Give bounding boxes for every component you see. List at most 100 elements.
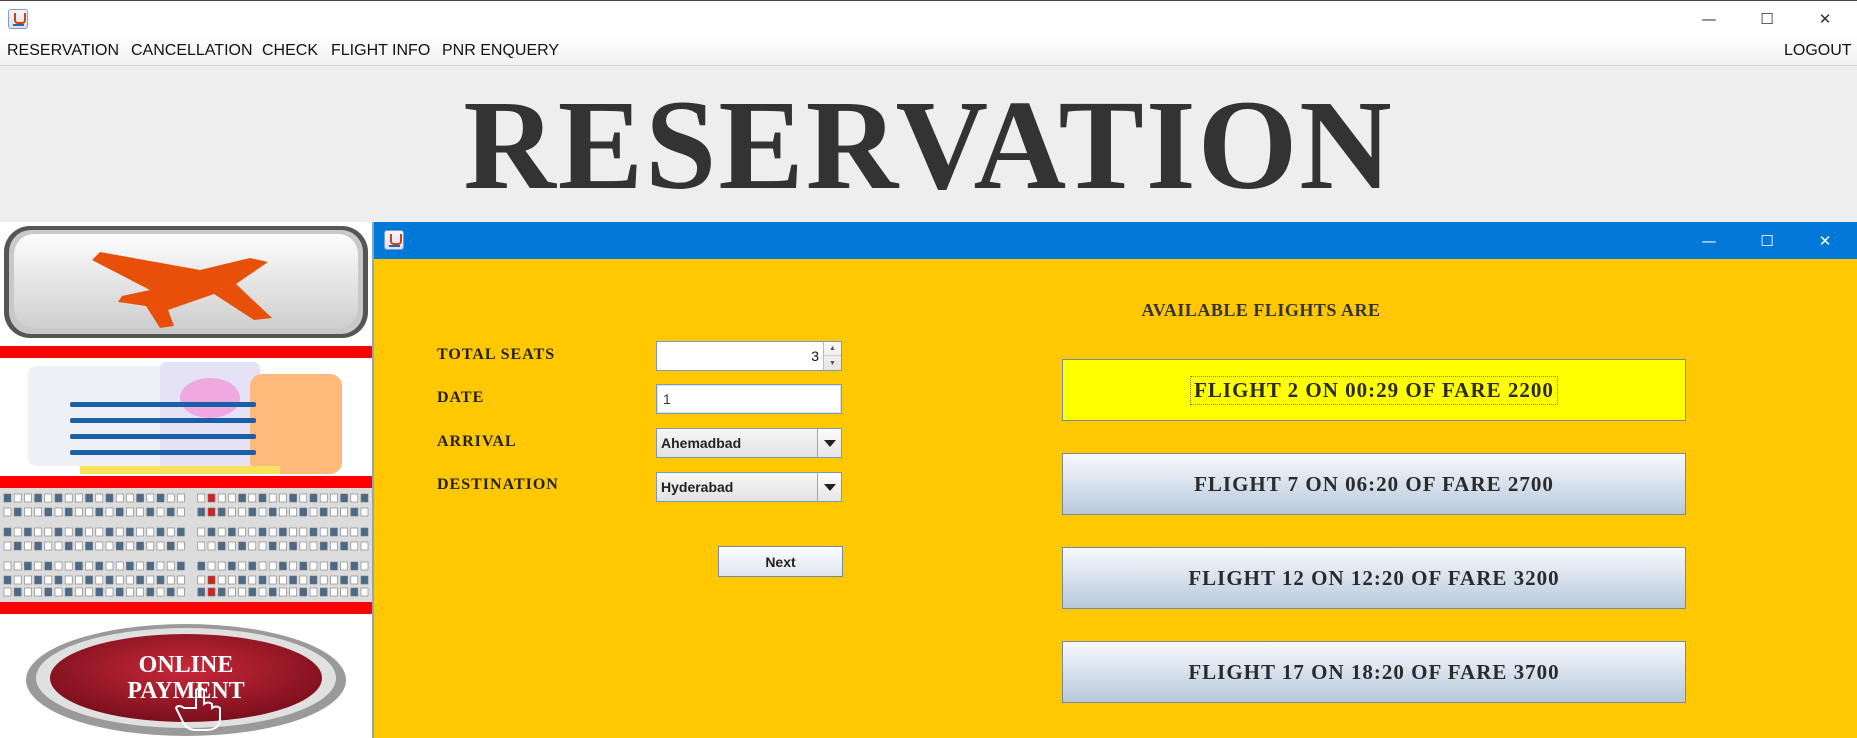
date-field[interactable] [656,384,842,414]
seat-cell [156,587,165,597]
menu-cancellation[interactable]: CANCELLATION [131,42,253,60]
seat-cell [3,541,12,551]
seat-cell [217,561,226,571]
inner-close-button[interactable]: ✕ [1796,222,1854,259]
flight-option-label: FLIGHT 17 ON 18:20 OF FARE 3700 [1188,659,1560,684]
sidebar-separator [0,602,372,614]
payment-text-line2: PAYMENT [127,678,244,704]
menu-flight-info[interactable]: FLIGHT INFO [331,42,430,60]
close-button[interactable]: ✕ [1796,1,1854,37]
seat-cell [85,493,93,503]
menu-logout[interactable]: LOGOUT [1784,42,1852,60]
seat-cell [360,541,369,551]
seat-cell [54,527,63,537]
seat-cell [24,575,32,585]
seat-cell [258,507,267,517]
payment-button-icon: ONLINE PAYMENT [26,624,346,736]
destination-select[interactable]: Hyderabad [656,472,842,502]
seat-cell [309,507,318,517]
seat-cell [34,587,42,597]
seat-cell [64,507,73,517]
seat-cell [258,493,267,503]
seat-cell [350,507,359,517]
seat-cell [299,541,308,551]
seat-cell [44,575,53,585]
seat-cell [340,493,348,503]
seat-cell [44,493,53,503]
seat-cell [156,541,165,551]
seat-cell [24,587,32,597]
menu-check[interactable]: CHECK [262,42,318,60]
seat-cell [126,507,134,517]
seat-cell [289,575,297,585]
seat-cell [340,541,348,551]
next-button[interactable]: Next [718,546,843,577]
seat-cell [319,587,328,597]
seat-cell [126,541,134,551]
seat-cell [197,493,206,503]
inner-maximize-button[interactable]: ☐ [1738,222,1796,259]
flight-option-button[interactable]: FLIGHT 7 ON 06:20 OF FARE 2700 [1062,453,1686,515]
seat-cell [309,575,318,585]
seat-cell [34,575,42,585]
seat-cell [85,507,93,517]
seat-cell [177,493,185,503]
seat-cell [228,527,236,537]
seat-cell [136,527,144,537]
chevron-down-icon[interactable] [817,473,841,501]
seat-cell [238,507,246,517]
destination-label: DESTINATION [437,476,559,493]
chevron-down-icon[interactable] [817,429,841,457]
seat-cell [105,493,114,503]
seat-cell [299,493,308,503]
airplane-button-image[interactable] [0,222,372,346]
seat-cell [115,507,124,517]
reservation-window: — ☐ ✕ TOTAL SEATS DATE ARRIVAL DESTINATI… [374,222,1857,738]
minimize-button[interactable]: — [1680,1,1738,37]
seat-cell [340,527,348,537]
seat-cell [319,507,328,517]
available-flights-heading: AVAILABLE FLIGHTS ARE [1141,300,1381,320]
total-seats-spinner[interactable]: 3 ▲ ▼ [656,341,842,371]
seat-cell [289,587,297,597]
seat-cell [34,527,42,537]
seat-cell [350,541,359,551]
seat-cell [24,493,32,503]
seat-cell [350,575,359,585]
menu-pnr-enquery[interactable]: PNR ENQUERY [442,42,559,60]
seat-cell [248,587,257,597]
spinner-up-icon[interactable]: ▲ [824,342,841,356]
seat-cell [166,507,175,517]
seat-cell [360,527,369,537]
flight-option-button[interactable]: FLIGHT 17 ON 18:20 OF FARE 3700 [1062,641,1686,703]
flight-option-button[interactable]: FLIGHT 12 ON 12:20 OF FARE 3200 [1062,547,1686,609]
seat-cell [64,575,73,585]
menu-reservation[interactable]: RESERVATION [7,42,119,60]
seat-cell [217,527,226,537]
seat-cell [95,587,104,597]
ticket-document-image[interactable] [0,358,372,476]
seat-cell [156,527,165,537]
seat-cell [228,493,236,503]
flight-option-button[interactable]: FLIGHT 2 ON 00:29 OF FARE 2200 [1062,359,1686,421]
inner-minimize-button[interactable]: — [1680,222,1738,259]
seat-cell [238,575,246,585]
banner: RESERVATION [0,66,1857,222]
arrival-select[interactable]: Ahemadbad [656,428,842,458]
seat-cell [13,493,22,503]
seat-cell [360,507,369,517]
seat-cell [115,541,124,551]
seat-cell [3,587,12,597]
seat-cell [217,575,226,585]
seat-cell [75,507,83,517]
seat-cell [279,575,287,585]
seat-cell [115,527,124,537]
online-payment-image[interactable]: ONLINE PAYMENT [0,614,372,738]
seat-cell [350,527,359,537]
seat-cell [75,587,83,597]
spinner-down-icon[interactable]: ▼ [824,356,841,370]
seat-map-image[interactable] [0,488,372,602]
seat-cell [309,561,318,571]
maximize-button[interactable]: ☐ [1738,1,1796,37]
seat-cell [75,493,83,503]
